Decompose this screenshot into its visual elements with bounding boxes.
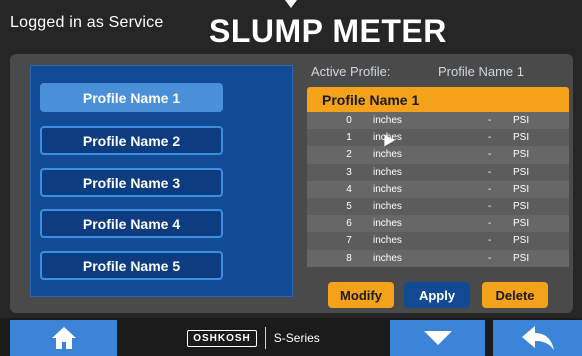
row-value: - [488,252,492,264]
row-unit: inches [373,235,402,247]
row-value: - [488,200,492,212]
login-status: Logged in as Service [10,14,164,31]
row-unit: inches [373,200,402,212]
row-index: 4 [346,183,352,195]
table-row: 8 inches - PSI [307,249,569,267]
table-row: 7 inches - PSI [307,232,569,250]
row-unit: inches [373,252,402,264]
row-pressure-unit: PSI [513,183,530,195]
row-pressure-unit: PSI [513,252,530,264]
table-row: 1 inches - PSI [307,129,569,147]
profile-button-1[interactable]: Profile Name 1 [40,83,223,112]
active-profile-value: Profile Name 1 [438,64,524,79]
profile-button-4[interactable]: Profile Name 4 [40,209,223,238]
oshkosh-logo: OSHKOSH [187,329,257,347]
table-row: 0 inches - PSI [307,112,569,130]
row-pressure-unit: PSI [513,235,530,247]
row-index: 0 [346,115,352,126]
row-unit: inches [373,183,402,195]
row-pressure-unit: PSI [513,218,530,230]
down-button[interactable] [390,320,485,356]
active-profile-label: Active Profile: [311,64,391,79]
chevron-down-icon [423,331,452,345]
row-index: 5 [346,200,352,212]
row-pressure-unit: PSI [513,132,530,144]
apply-button[interactable]: Apply [404,282,470,308]
table-row: 6 inches - PSI [307,215,569,233]
row-index: 6 [346,218,352,230]
table-row: 5 inches - PSI [307,197,569,216]
row-index: 7 [346,235,352,247]
row-index: 1 [346,132,352,144]
row-pressure-unit: PSI [513,200,530,212]
row-pressure-unit: PSI [513,166,530,178]
profile-button-2[interactable]: Profile Name 2 [40,126,223,155]
row-unit: inches [373,149,402,161]
header: Logged in as Service SLUMP METER [0,0,582,54]
profile-button-3[interactable]: Profile Name 3 [40,168,223,197]
row-unit: inches [373,115,402,126]
back-button[interactable] [493,320,582,356]
modify-button[interactable]: Modify [328,282,394,308]
row-index: 8 [346,252,352,264]
brand-divider [264,327,266,349]
delete-button[interactable]: Delete [482,282,548,308]
table-row: 4 inches - PSI [307,180,569,198]
home-button[interactable] [10,320,117,356]
home-icon [51,327,76,349]
table-row: 3 inches - PSI [307,163,569,181]
series-label: S-Series [273,331,320,345]
row-value: - [488,218,492,230]
row-value: - [488,149,492,161]
row-index: 3 [346,166,352,178]
table-body: 0 inches - PSI 1 inches - PSI 2 inches - PSI 3 inches… [307,112,569,267]
profile-button-5[interactable]: Profile Name 5 [40,251,223,280]
row-value: - [488,183,492,195]
table-row: 2 inches - PSI [307,146,569,164]
row-index: 2 [346,149,352,161]
row-value: - [488,166,492,178]
row-pressure-unit: PSI [513,149,530,161]
table-header: Profile Name 1 [307,87,569,112]
row-value: - [488,235,492,247]
row-pressure-unit: PSI [513,115,530,126]
row-unit: inches [373,166,402,178]
active-profile-row: Active Profile: Profile Name 1 [310,64,572,82]
brand-area: OSHKOSH S-Series [117,320,390,356]
row-value: - [488,115,492,126]
back-arrow-icon [521,326,554,350]
row-unit: inches [373,218,402,230]
page-title: SLUMP METER [209,13,447,49]
row-value: - [488,132,492,144]
profile-table: Profile Name 1 0 inches - PSI 1 inches - PSI 2 in… [307,87,569,267]
